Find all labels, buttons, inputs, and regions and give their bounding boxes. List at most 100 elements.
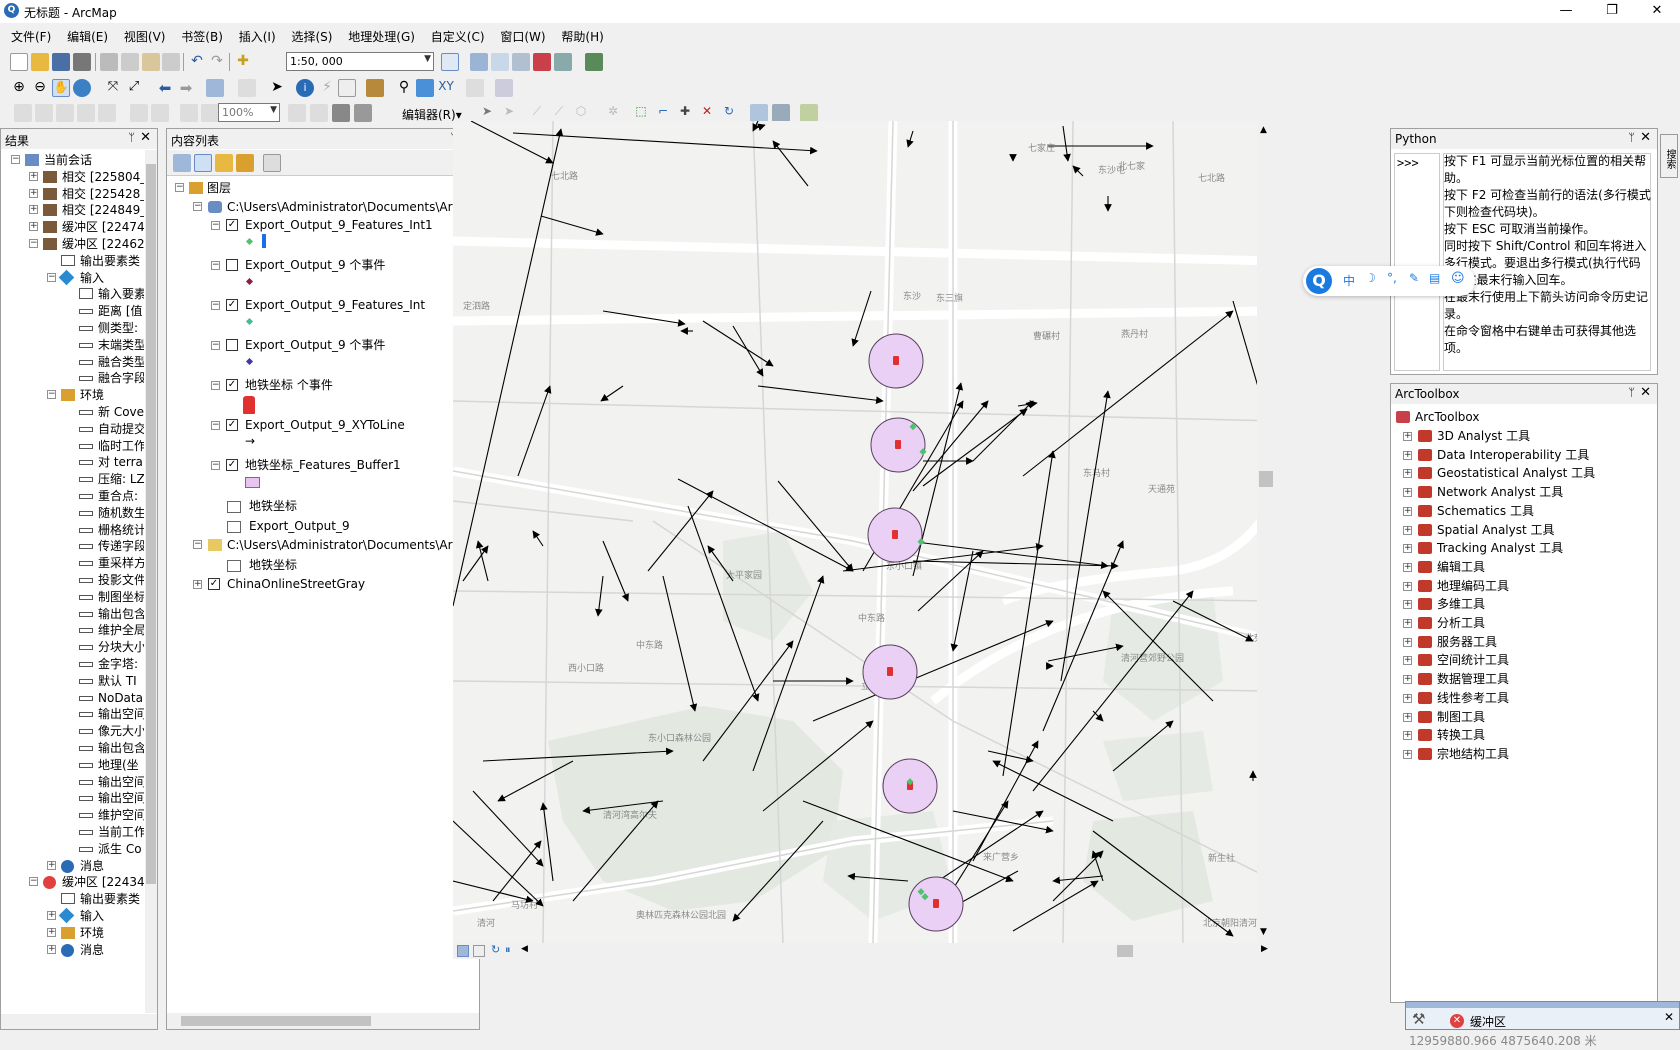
layer-checkbox[interactable]: ✓ xyxy=(226,419,238,431)
toc-layer-5[interactable]: Export_Output_9_XYToLine xyxy=(245,416,405,434)
ime-keyboard-icon[interactable]: ▤ xyxy=(1429,271,1440,285)
cut-polygons-icon[interactable]: ✚ xyxy=(676,104,694,122)
expand-toggle[interactable]: + xyxy=(47,944,56,954)
rotate-icon[interactable]: ↻ xyxy=(720,104,738,122)
forward-extent-icon[interactable]: ➡ xyxy=(177,79,195,97)
clear-selection-icon[interactable] xyxy=(238,79,256,97)
results-item[interactable]: 输出要素类 xyxy=(80,890,140,908)
layer-checkbox[interactable]: ✓ xyxy=(226,299,238,311)
results-item[interactable]: 输出包含 xyxy=(98,739,144,757)
refresh-icon[interactable]: ↻ xyxy=(491,943,500,956)
expand-toggle[interactable]: + xyxy=(1403,544,1412,554)
results-item[interactable]: 融合字段 xyxy=(98,369,144,387)
results-item[interactable]: 对 terra xyxy=(98,453,143,471)
menu-windows[interactable]: 窗口(W) xyxy=(494,24,551,46)
ime-logo-icon[interactable]: Q xyxy=(1306,268,1332,294)
scroll-down-icon[interactable]: ▼ xyxy=(1260,927,1267,937)
results-item[interactable]: 末端类型 xyxy=(98,336,144,354)
expand-toggle[interactable]: + xyxy=(29,171,38,181)
select-features-icon[interactable] xyxy=(206,79,224,97)
results-item[interactable]: 环境 xyxy=(80,924,104,942)
results-item[interactable]: 相交 [224849_ xyxy=(62,201,144,219)
results-item[interactable]: 输入要素 xyxy=(98,285,144,303)
results-item[interactable]: 缓冲区 [22474 xyxy=(62,218,144,236)
results-item[interactable]: 压缩: LZ xyxy=(98,470,144,488)
collapse-toggle[interactable]: − xyxy=(211,461,220,470)
subway-station-buffer[interactable] xyxy=(867,507,923,563)
toc-layer-0[interactable]: Export_Output_9_Features_Int1 xyxy=(245,216,433,234)
toc-hscrollbar[interactable] xyxy=(167,1013,479,1029)
subway-station-buffer[interactable] xyxy=(870,417,926,473)
results-item[interactable]: 新 Cove xyxy=(98,403,144,421)
menu-geoprocessing[interactable]: 地理处理(G) xyxy=(342,24,421,46)
menu-file[interactable]: 文件(F) xyxy=(5,24,57,46)
ime-moon-icon[interactable]: ☽ xyxy=(1365,271,1376,285)
undo-icon[interactable]: ↶ xyxy=(188,53,206,71)
collapse-toggle[interactable]: − xyxy=(211,221,220,230)
cut-icon[interactable] xyxy=(100,53,118,71)
html-popup-icon[interactable] xyxy=(338,79,356,97)
python-window-icon[interactable] xyxy=(554,53,572,71)
subway-station-buffer[interactable] xyxy=(882,758,938,814)
toc-scroll-thumb[interactable] xyxy=(181,1016,371,1026)
collapse-toggle[interactable]: − xyxy=(211,381,220,390)
results-item[interactable]: 融合类型 xyxy=(98,353,144,371)
python-command-input[interactable]: >>> xyxy=(1394,153,1440,371)
minimize-button[interactable]: — xyxy=(1543,0,1589,23)
toolbox-item[interactable]: 地理编码工具 xyxy=(1437,577,1509,595)
redo-icon[interactable]: ↷ xyxy=(208,53,226,71)
arctoolbox-icon[interactable] xyxy=(533,53,551,71)
layout-pan-icon[interactable] xyxy=(56,104,74,122)
subway-station-buffer[interactable] xyxy=(908,876,964,932)
new-document-icon[interactable] xyxy=(10,53,28,71)
expand-toggle[interactable]: + xyxy=(1403,693,1412,703)
expand-toggle[interactable]: + xyxy=(1403,488,1412,498)
expand-toggle[interactable]: + xyxy=(1403,432,1412,441)
results-item[interactable]: 传递字段 xyxy=(98,537,144,555)
layout-view-icon[interactable] xyxy=(473,945,485,957)
catalog-window-icon[interactable] xyxy=(491,53,509,71)
ime-chinese-toggle[interactable]: 中 xyxy=(1343,272,1355,289)
fixed-zoom-out-icon[interactable]: ⤢ xyxy=(125,79,143,97)
expand-toggle[interactable]: + xyxy=(1403,675,1412,685)
expand-toggle[interactable]: + xyxy=(47,927,56,937)
toc-group-path-2[interactable]: C:\Users\Administrator\Documents\ArcGIS xyxy=(227,536,479,554)
toolbox-item[interactable]: Spatial Analyst 工具 xyxy=(1437,521,1555,539)
toolbox-item[interactable]: 空间统计工具 xyxy=(1437,651,1509,669)
toc-window-icon[interactable] xyxy=(470,53,488,71)
copy-icon[interactable] xyxy=(121,53,139,71)
results-item[interactable]: 距离 [值 xyxy=(98,302,143,320)
toc-basemap[interactable]: ChinaOnlineStreetGray xyxy=(227,575,365,593)
map-view[interactable]: 七家庄 东沙屯 北七家 七北路 七北路 定泗路 东三旗 东沙 曹碾村 燕丹村 东马村 天通苑 东小口镇太… xyxy=(453,121,1275,943)
change-layout-icon[interactable] xyxy=(332,104,350,122)
results-item[interactable]: 投影文件 xyxy=(98,571,144,589)
close-panel-icon[interactable]: ✕ xyxy=(1640,385,1651,400)
menu-customize[interactable]: 自定义(C) xyxy=(425,24,491,46)
select-elements-icon[interactable]: ➤ xyxy=(268,79,286,97)
open-folder-icon[interactable] xyxy=(31,53,49,71)
collapse-toggle[interactable]: − xyxy=(193,540,202,549)
results-scroll-thumb[interactable] xyxy=(146,164,156,884)
collapse-toggle[interactable]: − xyxy=(193,202,202,211)
results-item[interactable]: 环境 xyxy=(80,386,104,404)
map-scroll-thumb[interactable] xyxy=(1259,471,1273,487)
identify-icon[interactable]: i xyxy=(296,79,314,97)
ime-punctuation-icon[interactable]: °, xyxy=(1387,271,1397,285)
results-item[interactable]: 输入 xyxy=(80,907,104,925)
expand-toggle[interactable]: + xyxy=(1403,469,1412,479)
edit-tool-icon[interactable]: ➤ xyxy=(478,104,496,122)
results-item[interactable]: 输出要素类 xyxy=(80,252,140,270)
model-builder-icon[interactable] xyxy=(585,53,603,71)
toc-layer-6[interactable]: 地铁坐标_Features_Buffer1 xyxy=(245,456,401,474)
close-button[interactable]: ✕ xyxy=(1634,0,1680,23)
results-item[interactable]: 派生 Co xyxy=(98,840,142,858)
layout-zoom-100-icon[interactable] xyxy=(77,104,95,122)
toolbox-item[interactable]: 宗地结构工具 xyxy=(1437,745,1509,763)
full-extent-icon[interactable] xyxy=(73,79,91,97)
expand-toggle[interactable]: + xyxy=(1403,525,1412,535)
collapse-toggle[interactable]: − xyxy=(47,272,56,282)
results-item[interactable]: 消息 xyxy=(80,941,104,959)
measure-icon[interactable] xyxy=(366,79,384,97)
results-item[interactable]: 重采样方 xyxy=(98,554,144,572)
collapse-toggle[interactable]: − xyxy=(175,183,184,192)
